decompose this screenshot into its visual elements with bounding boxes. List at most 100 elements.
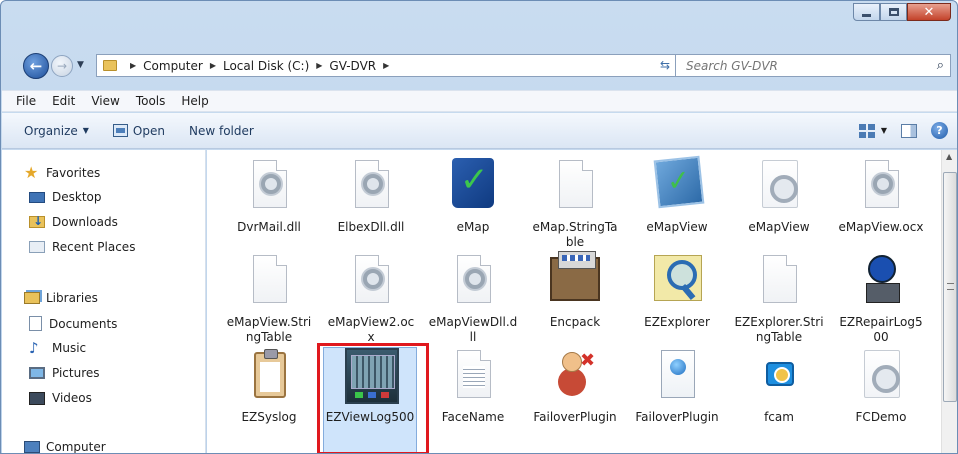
maximize-button[interactable] <box>880 3 907 21</box>
computer-icon <box>24 441 40 453</box>
file-item[interactable]: eMap <box>428 158 518 258</box>
close-button[interactable]: ✕ <box>907 3 951 21</box>
recent-pages-dropdown[interactable]: ▼ <box>77 60 84 70</box>
file-label: FCDemo <box>855 410 907 424</box>
refresh-icon[interactable]: ⇆ <box>660 58 670 72</box>
breadcrumb-separator-icon[interactable]: ▶ <box>130 61 136 70</box>
file-item[interactable]: EZSyslog <box>224 348 314 448</box>
views-dropdown-icon[interactable]: ▼ <box>881 126 887 135</box>
menu-tools[interactable]: Tools <box>128 94 174 108</box>
file-label: fcam <box>764 410 794 424</box>
file-item[interactable]: FailoverPlugin <box>632 348 722 448</box>
file-item[interactable]: ElbexDll.dll <box>326 158 416 258</box>
open-icon <box>112 124 128 137</box>
file-item-selected[interactable]: EZViewLog500 <box>323 347 417 453</box>
organize-button[interactable]: Organize ▼ <box>12 124 101 138</box>
dll-gear-icon <box>444 253 502 309</box>
close-icon: ✕ <box>923 4 935 20</box>
nav-label: Videos <box>52 391 92 405</box>
menu-file[interactable]: File <box>8 94 44 108</box>
nav-videos[interactable]: Videos <box>29 391 92 405</box>
new-folder-button[interactable]: New folder <box>177 124 266 138</box>
nav-documents[interactable]: Documents <box>29 316 117 331</box>
file-item[interactable]: fcam <box>734 348 824 448</box>
menu-edit[interactable]: Edit <box>44 94 83 108</box>
scrollbar-thumb[interactable] <box>943 172 957 402</box>
menu-view[interactable]: View <box>83 94 127 108</box>
blank-file-icon <box>240 253 298 309</box>
config-file-icon <box>852 348 910 404</box>
file-item[interactable]: EZExplorer.StringTable <box>734 253 824 353</box>
file-item[interactable]: eMapView <box>632 155 722 258</box>
file-item[interactable]: eMapView.ocx <box>836 158 926 258</box>
file-item[interactable]: FCDemo <box>836 348 926 448</box>
file-label: FailoverPlugin <box>635 410 719 424</box>
libraries-icon <box>24 292 40 304</box>
breadcrumb-local-disk[interactable]: Local Disk (C:) <box>223 59 309 73</box>
address-row: ← → ▼ ▶ Computer ▶ Local Disk (C:) ▶ GV-… <box>1 50 957 82</box>
nav-libraries[interactable]: Libraries <box>24 291 98 305</box>
documents-icon <box>29 316 42 331</box>
videos-icon <box>29 391 45 405</box>
file-label: EZSyslog <box>241 410 297 424</box>
emapview-app-icon <box>648 155 706 214</box>
breadcrumb-separator-icon[interactable]: ▶ <box>316 61 322 70</box>
dll-gear-icon <box>852 158 910 214</box>
command-bar: Organize ▼ Open New folder ▼ ? <box>2 113 957 149</box>
fcam-app-icon <box>750 348 808 404</box>
file-item[interactable]: eMapView <box>734 158 824 258</box>
file-item[interactable]: EZRepairLog500 <box>836 253 926 353</box>
pictures-icon <box>29 367 45 379</box>
address-bar[interactable]: ▶ Computer ▶ Local Disk (C:) ▶ GV-DVR ▶ … <box>96 54 694 77</box>
file-label: eMapView2.ocx <box>327 315 415 344</box>
change-view-icon[interactable] <box>858 123 875 138</box>
help-icon[interactable]: ? <box>931 122 948 139</box>
nav-downloads[interactable]: Downloads <box>29 214 118 229</box>
file-item[interactable]: eMap.StringTable <box>530 158 620 258</box>
nav-pictures[interactable]: Pictures <box>29 366 100 380</box>
breadcrumb-separator-icon[interactable]: ▶ <box>210 61 216 70</box>
file-item[interactable]: EZExplorer <box>632 253 722 353</box>
downloads-icon <box>29 214 45 228</box>
nav-label: Libraries <box>46 291 98 305</box>
file-item[interactable]: FaceName <box>428 348 518 448</box>
preview-pane-icon[interactable] <box>901 123 917 138</box>
nav-computer[interactable]: Computer <box>24 440 106 453</box>
nav-desktop[interactable]: Desktop <box>29 190 102 204</box>
file-label: eMap.StringTable <box>532 220 618 249</box>
nav-music[interactable]: ♪ Music <box>29 339 87 357</box>
file-label: eMapView.ocx <box>838 220 924 234</box>
ezrepair-app-icon <box>852 253 910 309</box>
scroll-up-icon[interactable]: ▲ <box>946 152 952 161</box>
breadcrumb-gv-dvr[interactable]: GV-DVR <box>329 59 376 73</box>
search-input[interactable] <box>686 58 916 73</box>
file-item[interactable]: eMapViewDll.dll <box>428 253 518 353</box>
nav-label: Music <box>52 341 87 355</box>
breadcrumb-separator-icon[interactable]: ▶ <box>383 61 389 70</box>
command-bar-right: ▼ ? <box>858 122 948 139</box>
vertical-scrollbar[interactable]: ▲ <box>941 150 957 453</box>
file-item[interactable]: Encpack <box>530 251 620 353</box>
dll-gear-icon <box>342 253 400 309</box>
music-icon: ♪ <box>29 339 39 357</box>
forward-button[interactable]: → <box>51 55 73 77</box>
file-item[interactable]: eMapView.StringTable <box>224 253 314 353</box>
nav-favorites[interactable]: ★ Favorites <box>24 165 100 181</box>
file-item[interactable]: FailoverPlugin <box>530 348 620 448</box>
maximize-icon <box>888 8 899 16</box>
failover-app-icon <box>546 348 604 404</box>
open-button[interactable]: Open <box>101 124 177 138</box>
folder-icon <box>103 60 117 71</box>
back-button[interactable]: ← <box>23 53 49 79</box>
file-item[interactable]: eMapView2.ocx <box>326 253 416 353</box>
config-file-icon <box>750 158 808 214</box>
minimize-button[interactable] <box>853 3 880 21</box>
breadcrumb-computer[interactable]: Computer <box>143 59 203 73</box>
search-icon[interactable]: ⌕ <box>937 58 944 73</box>
nav-label: Desktop <box>52 190 102 204</box>
file-label: FaceName <box>441 410 505 424</box>
nav-recent-places[interactable]: Recent Places <box>29 240 135 254</box>
menu-help[interactable]: Help <box>173 94 216 108</box>
file-item[interactable]: DvrMail.dll <box>224 158 314 258</box>
file-label: Encpack <box>549 315 601 329</box>
